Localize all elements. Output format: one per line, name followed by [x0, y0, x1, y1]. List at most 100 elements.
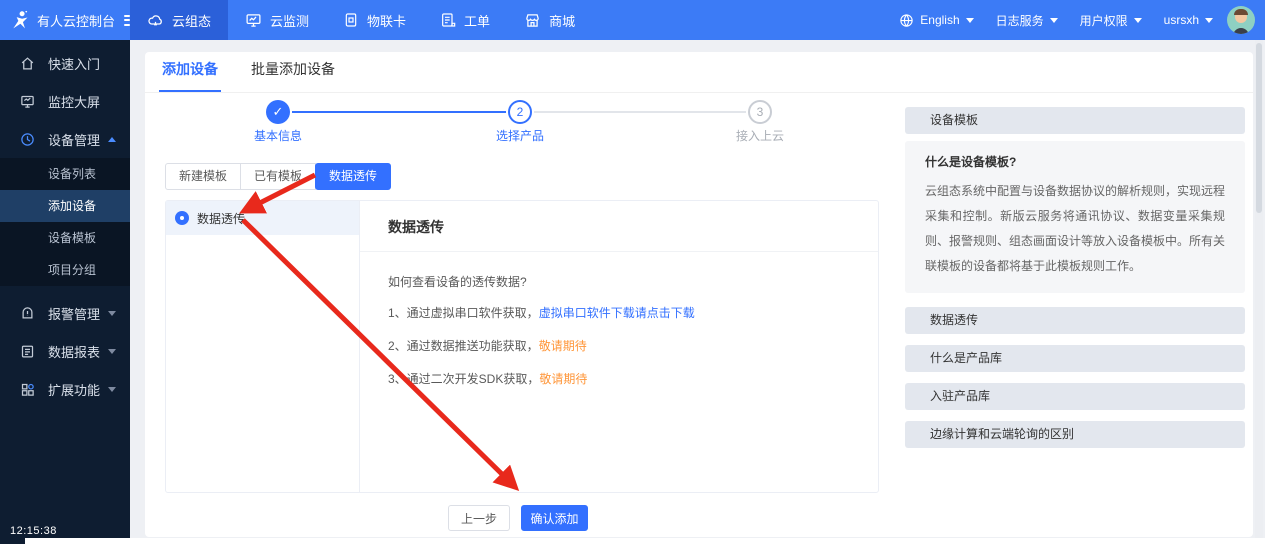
sidebar-item-device-management[interactable]: 设备管理 [0, 120, 130, 158]
help-answer-body: 云组态系统中配置与设备数据协议的解析规则，实现远程采集和控制。新版云服务将通讯协… [925, 179, 1225, 279]
step2-number: 2 [517, 105, 524, 119]
topnav-cloud-scada[interactable]: 云组态 [130, 0, 228, 40]
avatar[interactable] [1227, 6, 1255, 34]
topnav-cloud-monitor[interactable]: 云监测 [228, 0, 326, 40]
bottom-edge-strip [25, 538, 1265, 544]
language-label: English [920, 13, 959, 27]
sidebar-item-label: 报警管理 [48, 304, 100, 323]
sidebar-item-alarm-management[interactable]: 报警管理 [0, 294, 130, 332]
report-icon [20, 344, 35, 359]
username-label: usrsxh [1164, 13, 1199, 27]
sidebar-subitem-device-template[interactable]: 设备模板 [0, 222, 130, 254]
scrollbar-thumb[interactable] [1256, 43, 1262, 213]
top-bar: 有人云控制台 云组态 云监测 物联卡 [0, 0, 1265, 40]
user-permission-menu[interactable]: 用户权限 [1080, 12, 1142, 29]
template-type-switch: 新建模板 已有模板 数据透传 [165, 163, 391, 190]
template-tab-existing[interactable]: 已有模板 [240, 163, 316, 190]
step3-circle: 3 [748, 100, 772, 124]
sidebar-subitem-project-group[interactable]: 项目分组 [0, 254, 130, 286]
tab-add-device[interactable]: 添加设备 [159, 59, 221, 92]
download-link[interactable]: 虚拟串口软件下载请点击下载 [539, 306, 695, 320]
detail-item-2: 2、通过数据推送功能获取，敬请期待 [388, 336, 850, 356]
username-menu[interactable]: usrsxh [1164, 13, 1213, 27]
sidebar-item-monitor-screen[interactable]: 监控大屏 [0, 82, 130, 120]
sidebar-item-label: 扩展功能 [48, 380, 100, 399]
option-label: 数据透传 [197, 210, 245, 227]
monitor-chart-icon [245, 12, 262, 29]
chevron-down-icon [1205, 18, 1213, 23]
language-selector[interactable]: English [899, 13, 973, 28]
usr-logo-icon [10, 10, 30, 30]
device-gauge-icon [20, 132, 35, 147]
tab-batch-add-device[interactable]: 批量添加设备 [248, 59, 338, 92]
option-data-passthrough[interactable]: 数据透传 [166, 201, 359, 235]
page-tabs: 添加设备 批量添加设备 [145, 52, 1253, 93]
chevron-down-icon [108, 387, 116, 392]
chevron-down-icon [966, 18, 974, 23]
sidebar-item-quick-start[interactable]: 快速入门 [0, 44, 130, 82]
sidebar-subitem-device-list[interactable]: 设备列表 [0, 158, 130, 190]
template-tab-new[interactable]: 新建模板 [165, 163, 241, 190]
device-management-submenu: 设备列表 添加设备 设备模板 项目分组 [0, 158, 130, 286]
option-list: 数据透传 [166, 201, 360, 492]
sidebar-subitem-add-device[interactable]: 添加设备 [0, 190, 130, 222]
step1-label: 基本信息 [218, 127, 338, 144]
help-section-data-passthrough[interactable]: 数据透传 [905, 307, 1245, 334]
chevron-up-icon [108, 137, 116, 142]
passthrough-detail: 数据透传 如何查看设备的透传数据? 1、通过虚拟串口软件获取，虚拟串口软件下载请… [360, 201, 878, 492]
step1-circle: ✓ [266, 100, 290, 124]
home-icon [20, 56, 35, 71]
detail-item-text: 3、通过二次开发SDK获取， [388, 372, 539, 386]
log-service-label: 日志服务 [996, 12, 1044, 29]
detail-item-1: 1、通过虚拟串口软件获取，虚拟串口软件下载请点击下载 [388, 303, 850, 323]
wizard-footer: 上一步 确认添加 [448, 505, 588, 531]
topnav-iot-card[interactable]: 物联卡 [326, 0, 423, 40]
globe-icon [899, 13, 914, 28]
sidebar-item-label: 快速入门 [48, 54, 100, 73]
help-accordion: 设备模板 什么是设备模板? 云组态系统中配置与设备数据协议的解析规则，实现远程采… [905, 107, 1245, 459]
main-card: 添加设备 批量添加设备 ✓ 2 3 基本信息 选择产品 接入上云 新建模板 已有… [145, 52, 1253, 537]
cloud-icon [147, 12, 164, 29]
scrollbar[interactable] [1255, 40, 1263, 544]
template-tab-passthrough[interactable]: 数据透传 [315, 163, 391, 190]
step3-label: 接入上云 [700, 127, 820, 144]
help-section-what-is-product-library[interactable]: 什么是产品库 [905, 345, 1245, 372]
previous-step-button[interactable]: 上一步 [448, 505, 510, 531]
work-order-icon [440, 12, 456, 28]
help-section-edge-vs-cloud-polling[interactable]: 边缘计算和云端轮询的区别 [905, 421, 1245, 448]
topnav-mall[interactable]: 商城 [507, 0, 592, 40]
detail-item-3: 3、通过二次开发SDK获取，敬请期待 [388, 369, 850, 389]
detail-title: 数据透传 [388, 217, 850, 237]
step2-circle: 2 [508, 100, 532, 124]
sidebar: 快速入门 监控大屏 设备管理 设备列表 添加设备 设备模板 项目分组 报警管理 [0, 40, 130, 544]
chevron-down-icon [108, 311, 116, 316]
step-connector-done [292, 111, 506, 113]
topbar-right: English 日志服务 用户权限 usrsxh [877, 6, 1265, 34]
sidebar-item-data-report[interactable]: 数据报表 [0, 332, 130, 370]
sidebar-item-extensions[interactable]: 扩展功能 [0, 370, 130, 408]
confirm-add-button[interactable]: 确认添加 [521, 505, 588, 531]
help-section-join-product-library[interactable]: 入驻产品库 [905, 383, 1245, 410]
topnav-work-order[interactable]: 工单 [423, 0, 507, 40]
iot-card-icon [343, 12, 359, 28]
extensions-grid-icon [20, 382, 35, 397]
help-section-device-template[interactable]: 设备模板 [905, 107, 1245, 134]
logo-area: 有人云控制台 [0, 0, 130, 40]
coming-soon-label: 敬请期待 [539, 372, 587, 386]
topnav-label: 工单 [464, 11, 490, 30]
topnav-label: 云组态 [172, 11, 211, 30]
divider [360, 251, 878, 252]
sidebar-item-label: 设备管理 [48, 130, 100, 149]
detail-item-text: 1、通过虚拟串口软件获取， [388, 306, 539, 320]
chevron-down-icon [1050, 18, 1058, 23]
sidebar-item-label: 数据报表 [48, 342, 100, 361]
help-content-device-template: 什么是设备模板? 云组态系统中配置与设备数据协议的解析规则，实现远程采集和控制。… [905, 141, 1245, 293]
step2-label: 选择产品 [460, 127, 580, 144]
log-service-menu[interactable]: 日志服务 [996, 12, 1058, 29]
alarm-icon [20, 306, 35, 321]
radio-selected-icon[interactable] [175, 211, 189, 225]
chevron-down-icon [1134, 18, 1142, 23]
topnav-label: 云监测 [270, 11, 309, 30]
top-nav: 云组态 云监测 物联卡 工单 [130, 0, 592, 40]
clock-timestamp: 12:15:38 [10, 525, 57, 537]
